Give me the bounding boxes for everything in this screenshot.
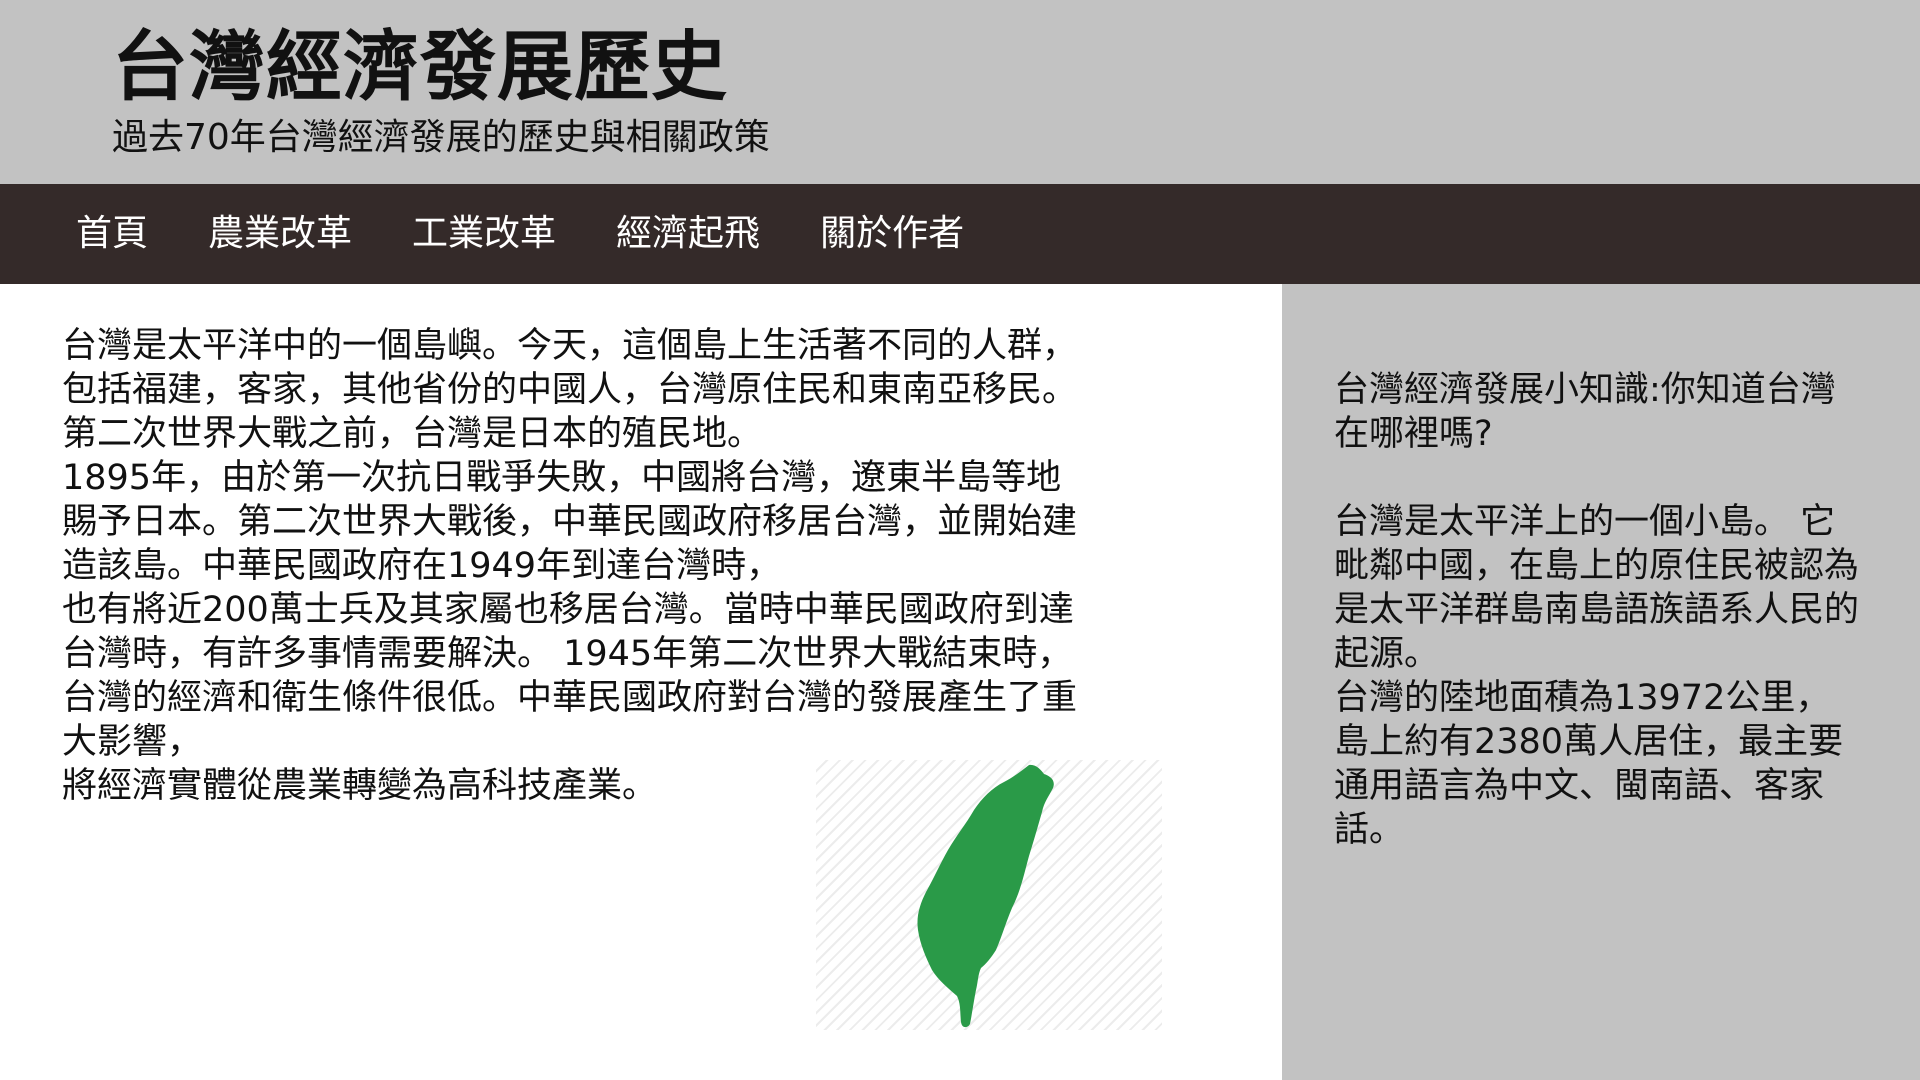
main-content: 台灣是太平洋中的一個島嶼。今天，這個島上生活著不同的人群，包括福建，客家，其他省…: [0, 284, 1282, 1080]
taiwan-map-icon: [917, 764, 1054, 1028]
sidebar-paragraph: 台灣的陸地面積為13972公里，島上約有2380萬人居住，最主要通用語言為中文、…: [1334, 678, 1844, 850]
site-title: 台灣經濟發展歷史: [112, 22, 728, 111]
nav-item-home[interactable]: 首頁: [58, 200, 166, 268]
nav-item-economic-takeoff[interactable]: 經濟起飛: [598, 200, 778, 268]
sidebar-heading: 台灣經濟發展小知識:你知道台灣在哪裡嗎?: [1334, 370, 1836, 454]
site-header: 台灣經濟發展歷史 過去70年台灣經濟發展的歷史與相關政策: [0, 0, 1920, 184]
sidebar: 台灣經濟發展小知識:你知道台灣在哪裡嗎? 台灣是太平洋上的一個小島。 它毗鄰中國…: [1282, 284, 1920, 1080]
main-nav: 首頁 農業改革 工業改革 經濟起飛 關於作者: [0, 184, 1920, 284]
sidebar-facts: 台灣經濟發展小知識:你知道台灣在哪裡嗎? 台灣是太平洋上的一個小島。 它毗鄰中國…: [1334, 368, 1864, 852]
nav-item-industrial-reform[interactable]: 工業改革: [394, 200, 574, 268]
taiwan-map-image: [816, 760, 1162, 1030]
nav-item-about-author[interactable]: 關於作者: [802, 200, 982, 268]
article-paragraph: 也有將近200萬士兵及其家屬也移居台灣。當時中華民國政府到達台灣時，有許多事情需…: [62, 590, 1078, 762]
main-article: 台灣是太平洋中的一個島嶼。今天，這個島上生活著不同的人群，包括福建，客家，其他省…: [62, 324, 1090, 808]
article-paragraph: 台灣是太平洋中的一個島嶼。今天，這個島上生活著不同的人群，包括福建，客家，其他省…: [62, 326, 1078, 454]
site-subtitle: 過去70年台灣經濟發展的歷史與相關政策: [112, 117, 770, 158]
article-paragraph: 1895年，由於第一次抗日戰爭失敗，中國將台灣，遼東半島等地賜予日本。第二次世界…: [62, 458, 1078, 586]
sidebar-paragraph: 台灣是太平洋上的一個小島。 它毗鄰中國，在島上的原住民被認為是太平洋群島南島語族…: [1334, 502, 1860, 674]
nav-item-agricultural-reform[interactable]: 農業改革: [190, 200, 370, 268]
